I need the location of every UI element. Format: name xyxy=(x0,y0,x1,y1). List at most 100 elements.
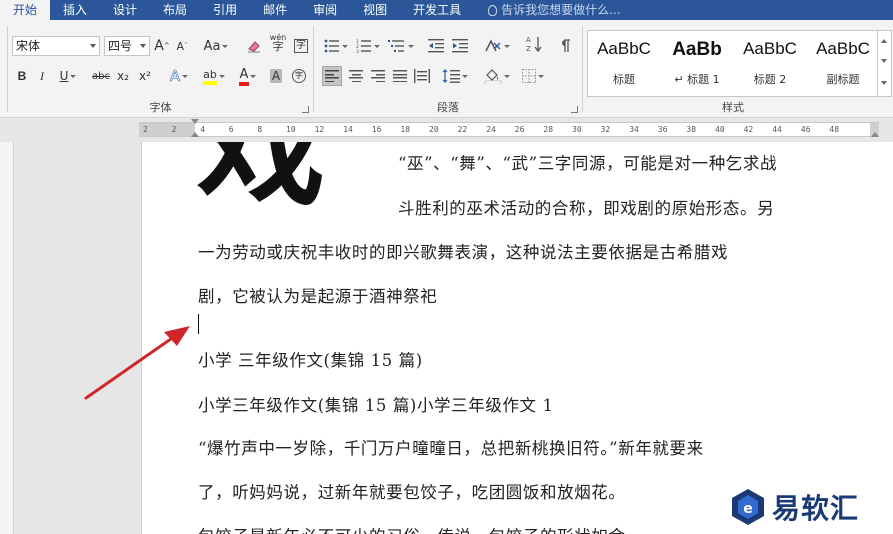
paint-bucket-icon xyxy=(484,69,502,84)
ruler-tick-label: 32 xyxy=(600,125,611,134)
increase-indent-icon xyxy=(452,39,468,53)
font-group-label: 字体 xyxy=(149,101,172,114)
pilcrow-icon xyxy=(562,39,570,52)
chinese-layout-button[interactable] xyxy=(482,36,512,56)
show-marks-button[interactable] xyxy=(556,36,574,56)
bold-button[interactable]: B xyxy=(14,66,30,86)
tab-home[interactable]: 开始 xyxy=(0,0,51,20)
clear-formatting-button[interactable] xyxy=(244,36,264,56)
grow-font-button[interactable]: A ^ xyxy=(154,36,170,56)
chevron-down-icon xyxy=(374,44,380,48)
font-group: 宋体 四号 A ^ Aˇ Aa wén 字 字 B I U abc x₂ x² … xyxy=(8,20,313,118)
chevron-down-icon xyxy=(182,74,189,78)
ruler-tick-label: 26 xyxy=(514,125,525,134)
ruler-tick-label: 20 xyxy=(429,125,439,134)
change-case-button[interactable]: Aa xyxy=(200,36,232,56)
vertical-ruler[interactable] xyxy=(0,142,14,534)
ruler-tick-label: 14 xyxy=(343,125,353,134)
paragraph-group-label: 段落 xyxy=(437,101,459,114)
distributed-icon xyxy=(414,69,430,83)
text-effects-icon: A xyxy=(169,67,181,86)
align-left-button[interactable] xyxy=(322,66,342,86)
tab-view[interactable]: 视图 xyxy=(350,0,400,20)
svg-text:3: 3 xyxy=(356,49,359,53)
align-center-icon xyxy=(349,70,363,82)
numbering-button[interactable]: 1 2 3 xyxy=(354,36,382,56)
svg-text:e: e xyxy=(743,501,753,517)
phonetic-guide-button[interactable]: wén 字 xyxy=(268,32,288,52)
ruler-tick-label: 42 xyxy=(743,125,754,134)
tab-references[interactable]: 引用 xyxy=(200,0,250,20)
first-line-indent-marker[interactable] xyxy=(191,119,199,124)
styles-group-label: 样式 xyxy=(722,101,744,114)
ruler-tick-label: 34 xyxy=(629,125,639,134)
ruler-tick-label: 6 xyxy=(228,125,234,134)
svg-text:A: A xyxy=(526,36,531,44)
document-page[interactable]: 戏 “巫”、“舞”、“武”三字同源，可能是对一种乞求战 斗胜利的巫术活动的合称，… xyxy=(141,142,893,534)
ruler-tick-label: 40 xyxy=(715,125,725,134)
paragraph-dialog-launcher-icon[interactable] xyxy=(571,106,578,113)
horizontal-ruler-area: 2 2 4 6 8 10 12 14 16 18 20 22 24 26 28 30 32 34 36 38 40 42 4… xyxy=(0,118,893,142)
align-right-button[interactable] xyxy=(368,66,388,86)
ruler-tick-label: 46 xyxy=(800,125,811,134)
bullet-list-icon xyxy=(324,39,339,53)
ruler-tick-label: 38 xyxy=(686,125,697,134)
ruler-tick-label: 48 xyxy=(829,125,840,134)
distributed-button[interactable] xyxy=(412,66,432,86)
enclose-characters-button[interactable]: 字 xyxy=(290,66,308,86)
tab-mailings[interactable]: 邮件 xyxy=(250,0,300,20)
increase-indent-button[interactable] xyxy=(450,36,470,56)
subscript-button[interactable]: x₂ xyxy=(114,66,132,86)
bullets-button[interactable] xyxy=(322,36,350,56)
hanging-indent-marker[interactable] xyxy=(191,132,199,137)
tab-layout[interactable]: 布局 xyxy=(150,0,200,20)
decrease-indent-button[interactable] xyxy=(426,36,446,56)
justify-button[interactable] xyxy=(390,66,410,86)
character-shading-button[interactable]: A xyxy=(268,66,284,86)
shading-button[interactable] xyxy=(482,66,512,86)
chevron-down-icon[interactable] xyxy=(90,44,96,48)
svg-text:Z: Z xyxy=(526,45,531,53)
text-effects-button[interactable]: A xyxy=(166,66,192,86)
font-name-combo[interactable]: 宋体 xyxy=(12,36,100,56)
tab-design[interactable]: 设计 xyxy=(100,0,150,20)
underline-button[interactable]: U xyxy=(56,66,80,86)
tell-me-text: 告诉我您想要做什么... xyxy=(501,3,621,17)
enclose-characters-icon: 字 xyxy=(292,69,306,83)
shrink-font-button[interactable]: Aˇ xyxy=(174,36,190,56)
document-line: 小学三年级作文(集锦 15 篇)小学三年级作文 1 xyxy=(198,396,554,415)
horizontal-ruler[interactable]: 2 2 4 6 8 10 12 14 16 18 20 22 24 26 28 30 32 34 36 38 40 42 4… xyxy=(139,122,879,137)
phonetic-icon: 字 xyxy=(272,40,284,53)
strikethrough-button[interactable]: abc xyxy=(90,66,112,86)
character-border-button[interactable]: 字 xyxy=(292,36,310,56)
font-dialog-launcher-icon[interactable] xyxy=(302,106,309,113)
tab-insert[interactable]: 插入 xyxy=(50,0,100,20)
tab-developer[interactable]: 开发工具 xyxy=(400,0,474,20)
chevron-down-icon[interactable] xyxy=(140,44,146,48)
font-color-button[interactable]: A xyxy=(234,66,262,86)
chevron-down-icon xyxy=(342,44,348,48)
sort-button[interactable]: AZ xyxy=(524,34,544,54)
document-line: 斗胜利的巫术活动的合称，即戏剧的原始形态。另 xyxy=(398,199,775,218)
align-center-button[interactable] xyxy=(346,66,366,86)
text-cursor xyxy=(198,314,199,334)
font-color-icon: A xyxy=(238,67,250,86)
borders-button[interactable] xyxy=(518,66,548,86)
right-indent-marker[interactable] xyxy=(871,132,879,137)
ruler-tick-label: 10 xyxy=(286,125,296,134)
ruler-tick-label: 8 xyxy=(257,125,263,134)
font-size-value: 四号 xyxy=(108,39,133,53)
superscript-button[interactable]: x² xyxy=(136,66,154,86)
italic-button[interactable]: I xyxy=(34,66,50,86)
font-size-combo[interactable]: 四号 xyxy=(104,36,150,56)
highlight-color-button[interactable]: ab xyxy=(200,66,228,86)
document-line: “巫”、“舞”、“武”三字同源，可能是对一种乞求战 xyxy=(398,154,778,173)
line-spacing-button[interactable] xyxy=(440,66,470,86)
tell-me-box[interactable]: 告诉我您想要做什么... xyxy=(474,0,621,20)
numbered-list-icon: 1 2 3 xyxy=(356,39,371,53)
chevron-down-icon xyxy=(462,74,468,78)
multilevel-list-button[interactable] xyxy=(386,36,416,56)
tab-review[interactable]: 审阅 xyxy=(300,0,350,20)
ruler-tick-label: 44 xyxy=(772,125,782,134)
ruler-tick-label: 4 xyxy=(200,125,206,134)
